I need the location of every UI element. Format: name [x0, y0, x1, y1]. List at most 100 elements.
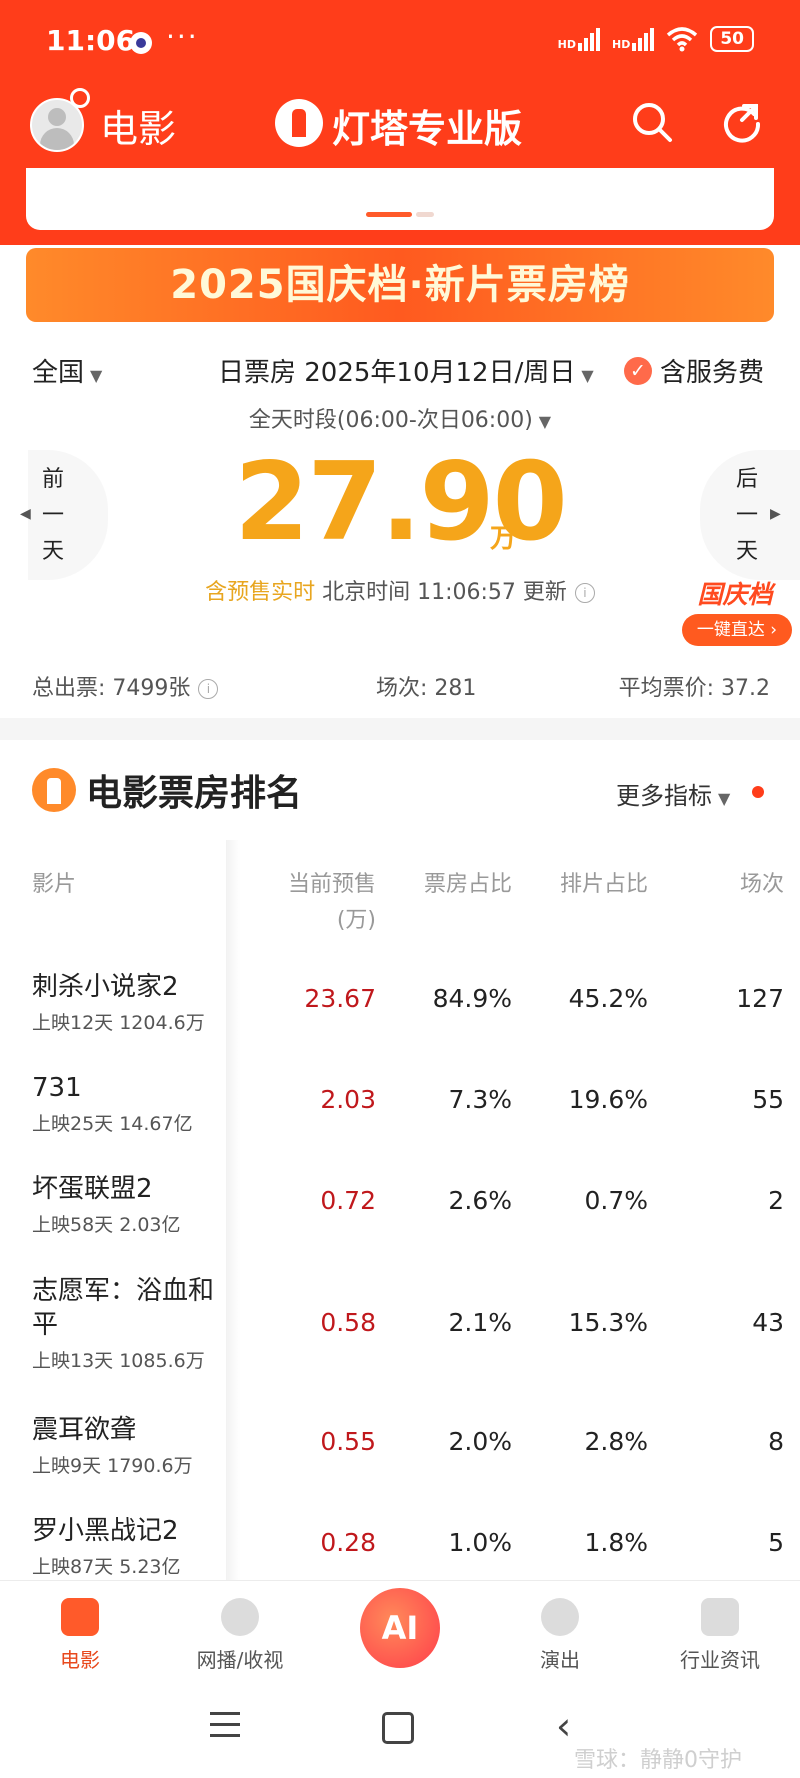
signal-2-icon: HD	[612, 27, 655, 51]
service-fee-toggle[interactable]: 含服务费	[660, 352, 764, 389]
time-range-value: 全天时段(06:00-次日06:00)	[248, 408, 533, 433]
column-header-schedule-share[interactable]: 排片占比	[508, 866, 648, 898]
column-header-shows[interactable]: 场次	[684, 866, 784, 898]
film-name: 志愿军：浴血和平	[32, 1276, 215, 1340]
section-divider	[0, 718, 800, 740]
pager-indicator	[416, 212, 434, 217]
info-icon[interactable]: i	[198, 679, 219, 699]
schedule-share-value: 1.8%	[584, 1528, 648, 1557]
document-icon	[701, 1598, 739, 1636]
total-shows: 场次: 281	[376, 676, 477, 701]
box-share-value: 7.3%	[448, 1085, 512, 1114]
caret-down-icon: ▼	[718, 789, 731, 808]
shows-value: 43	[752, 1308, 784, 1337]
home-icon[interactable]	[382, 1712, 414, 1744]
ai-assistant-button[interactable]: AI	[360, 1588, 440, 1668]
signal-1-icon: HD	[558, 27, 600, 51]
box-share-value: 2.0%	[448, 1427, 512, 1456]
trend-icon	[61, 1598, 99, 1636]
ranking-title: 电影票房排名	[86, 773, 303, 814]
film-release-info: 上映87天 5.23亿	[32, 1556, 181, 1578]
caret-down-icon: ▼	[581, 366, 594, 385]
film-release-info: 上映13天 1085.6万	[32, 1350, 205, 1372]
box-share-value: 84.9%	[432, 984, 512, 1013]
column-header-film: 影片	[32, 872, 77, 897]
nav-tab-shows[interactable]: 演出	[500, 1598, 620, 1673]
film-release-info: 上映25天 14.67亿	[32, 1113, 193, 1135]
presale-value: 2.03	[320, 1085, 376, 1114]
presale-value: 0.72	[320, 1186, 376, 1215]
update-time: 北京时间 11:06:57 更新	[322, 580, 567, 605]
share-icon[interactable]	[720, 100, 764, 144]
wifi-icon	[667, 27, 698, 52]
column-header-presale[interactable]: 当前预售 (万)	[236, 866, 376, 934]
avg-price: 平均票价: 37.2	[618, 676, 770, 701]
notification-app-icon	[130, 32, 152, 54]
live-label: 含预售实时	[205, 580, 316, 605]
avatar-badge	[70, 88, 90, 108]
schedule-share-value: 19.6%	[568, 1085, 648, 1114]
microphone-icon	[541, 1598, 579, 1636]
recent-apps-icon[interactable]	[210, 1712, 240, 1742]
status-indicators: HD HD 50	[558, 26, 754, 52]
more-metrics-dropdown[interactable]: 更多指标 ▼	[616, 776, 730, 811]
box-share-value: 2.1%	[448, 1308, 512, 1337]
shows-value: 5	[768, 1528, 784, 1557]
section-title[interactable]: 电影	[100, 98, 176, 153]
shows-value: 2	[768, 1186, 784, 1215]
check-icon[interactable]: ✓	[624, 357, 652, 385]
film-release-info: 上映9天 1790.6万	[32, 1455, 193, 1477]
holiday-banner[interactable]: 2025国庆档·新片票房榜	[26, 248, 774, 322]
date-dropdown[interactable]: 日票房 2025年10月12日/周日 ▼	[218, 352, 594, 389]
status-more-icon: ···	[166, 20, 199, 53]
notification-dot	[752, 786, 764, 798]
time-range-dropdown[interactable]: 全天时段(06:00-次日06:00) ▼	[0, 402, 800, 434]
pager-indicator-active	[366, 212, 412, 217]
column-header-box-share[interactable]: 票房占比	[372, 866, 512, 898]
holiday-jump-button[interactable]: 一键直达 ›	[682, 614, 792, 646]
nav-tab-news[interactable]: 行业资讯	[660, 1598, 780, 1673]
shows-value: 8	[768, 1427, 784, 1456]
holiday-tag[interactable]: 国庆档	[680, 575, 790, 611]
presale-value: 0.55	[320, 1427, 376, 1456]
play-icon	[221, 1598, 259, 1636]
shows-value: 55	[752, 1085, 784, 1114]
brand-name: 灯塔专业版	[332, 107, 523, 151]
watermark: 雪球：静静0守护	[574, 1748, 742, 1773]
presale-value: 0.58	[320, 1308, 376, 1337]
search-icon[interactable]	[630, 100, 674, 144]
presale-value: 23.67	[304, 984, 376, 1013]
back-icon[interactable]: ‹	[556, 1704, 571, 1748]
daily-box-office-value: 27.90	[234, 440, 568, 565]
caret-down-icon: ▼	[90, 366, 103, 385]
presale-value: 0.28	[320, 1528, 376, 1557]
caret-down-icon: ▼	[538, 412, 552, 431]
schedule-share-value: 2.8%	[584, 1427, 648, 1456]
lighthouse-icon	[32, 768, 76, 812]
region-dropdown[interactable]: 全国 ▼	[32, 352, 102, 389]
film-release-info: 上映12天 1204.6万	[32, 1012, 205, 1034]
more-metrics-label: 更多指标	[616, 782, 712, 810]
film-name: 刺杀小说家2	[32, 972, 179, 1002]
nav-tab-streaming[interactable]: 网播/收视	[180, 1598, 300, 1673]
schedule-share-value: 0.7%	[584, 1186, 648, 1215]
region-value: 全国	[32, 358, 85, 388]
battery-indicator: 50	[710, 26, 754, 52]
daily-box-office-unit: 万	[490, 524, 517, 554]
info-icon[interactable]: i	[574, 583, 595, 603]
box-share-value: 2.6%	[448, 1186, 512, 1215]
total-tickets: 总出票: 7499张 i	[32, 670, 219, 702]
film-release-info: 上映58天 2.03亿	[32, 1214, 181, 1236]
film-name: 坏蛋联盟2	[32, 1174, 153, 1204]
top-card	[26, 168, 774, 230]
box-share-value: 1.0%	[448, 1528, 512, 1557]
date-value: 日票房 2025年10月12日/周日	[218, 358, 576, 388]
status-time: 11:06	[46, 24, 136, 57]
film-name: 罗小黑战记2	[32, 1516, 179, 1546]
nav-tab-movie[interactable]: 电影	[20, 1598, 140, 1673]
film-name: 震耳欲聋	[32, 1415, 137, 1445]
schedule-share-value: 45.2%	[568, 984, 648, 1013]
lighthouse-logo-icon	[275, 99, 323, 147]
banner-text: 2025国庆档·新片票房榜	[170, 262, 630, 308]
film-name: 731	[32, 1073, 82, 1103]
